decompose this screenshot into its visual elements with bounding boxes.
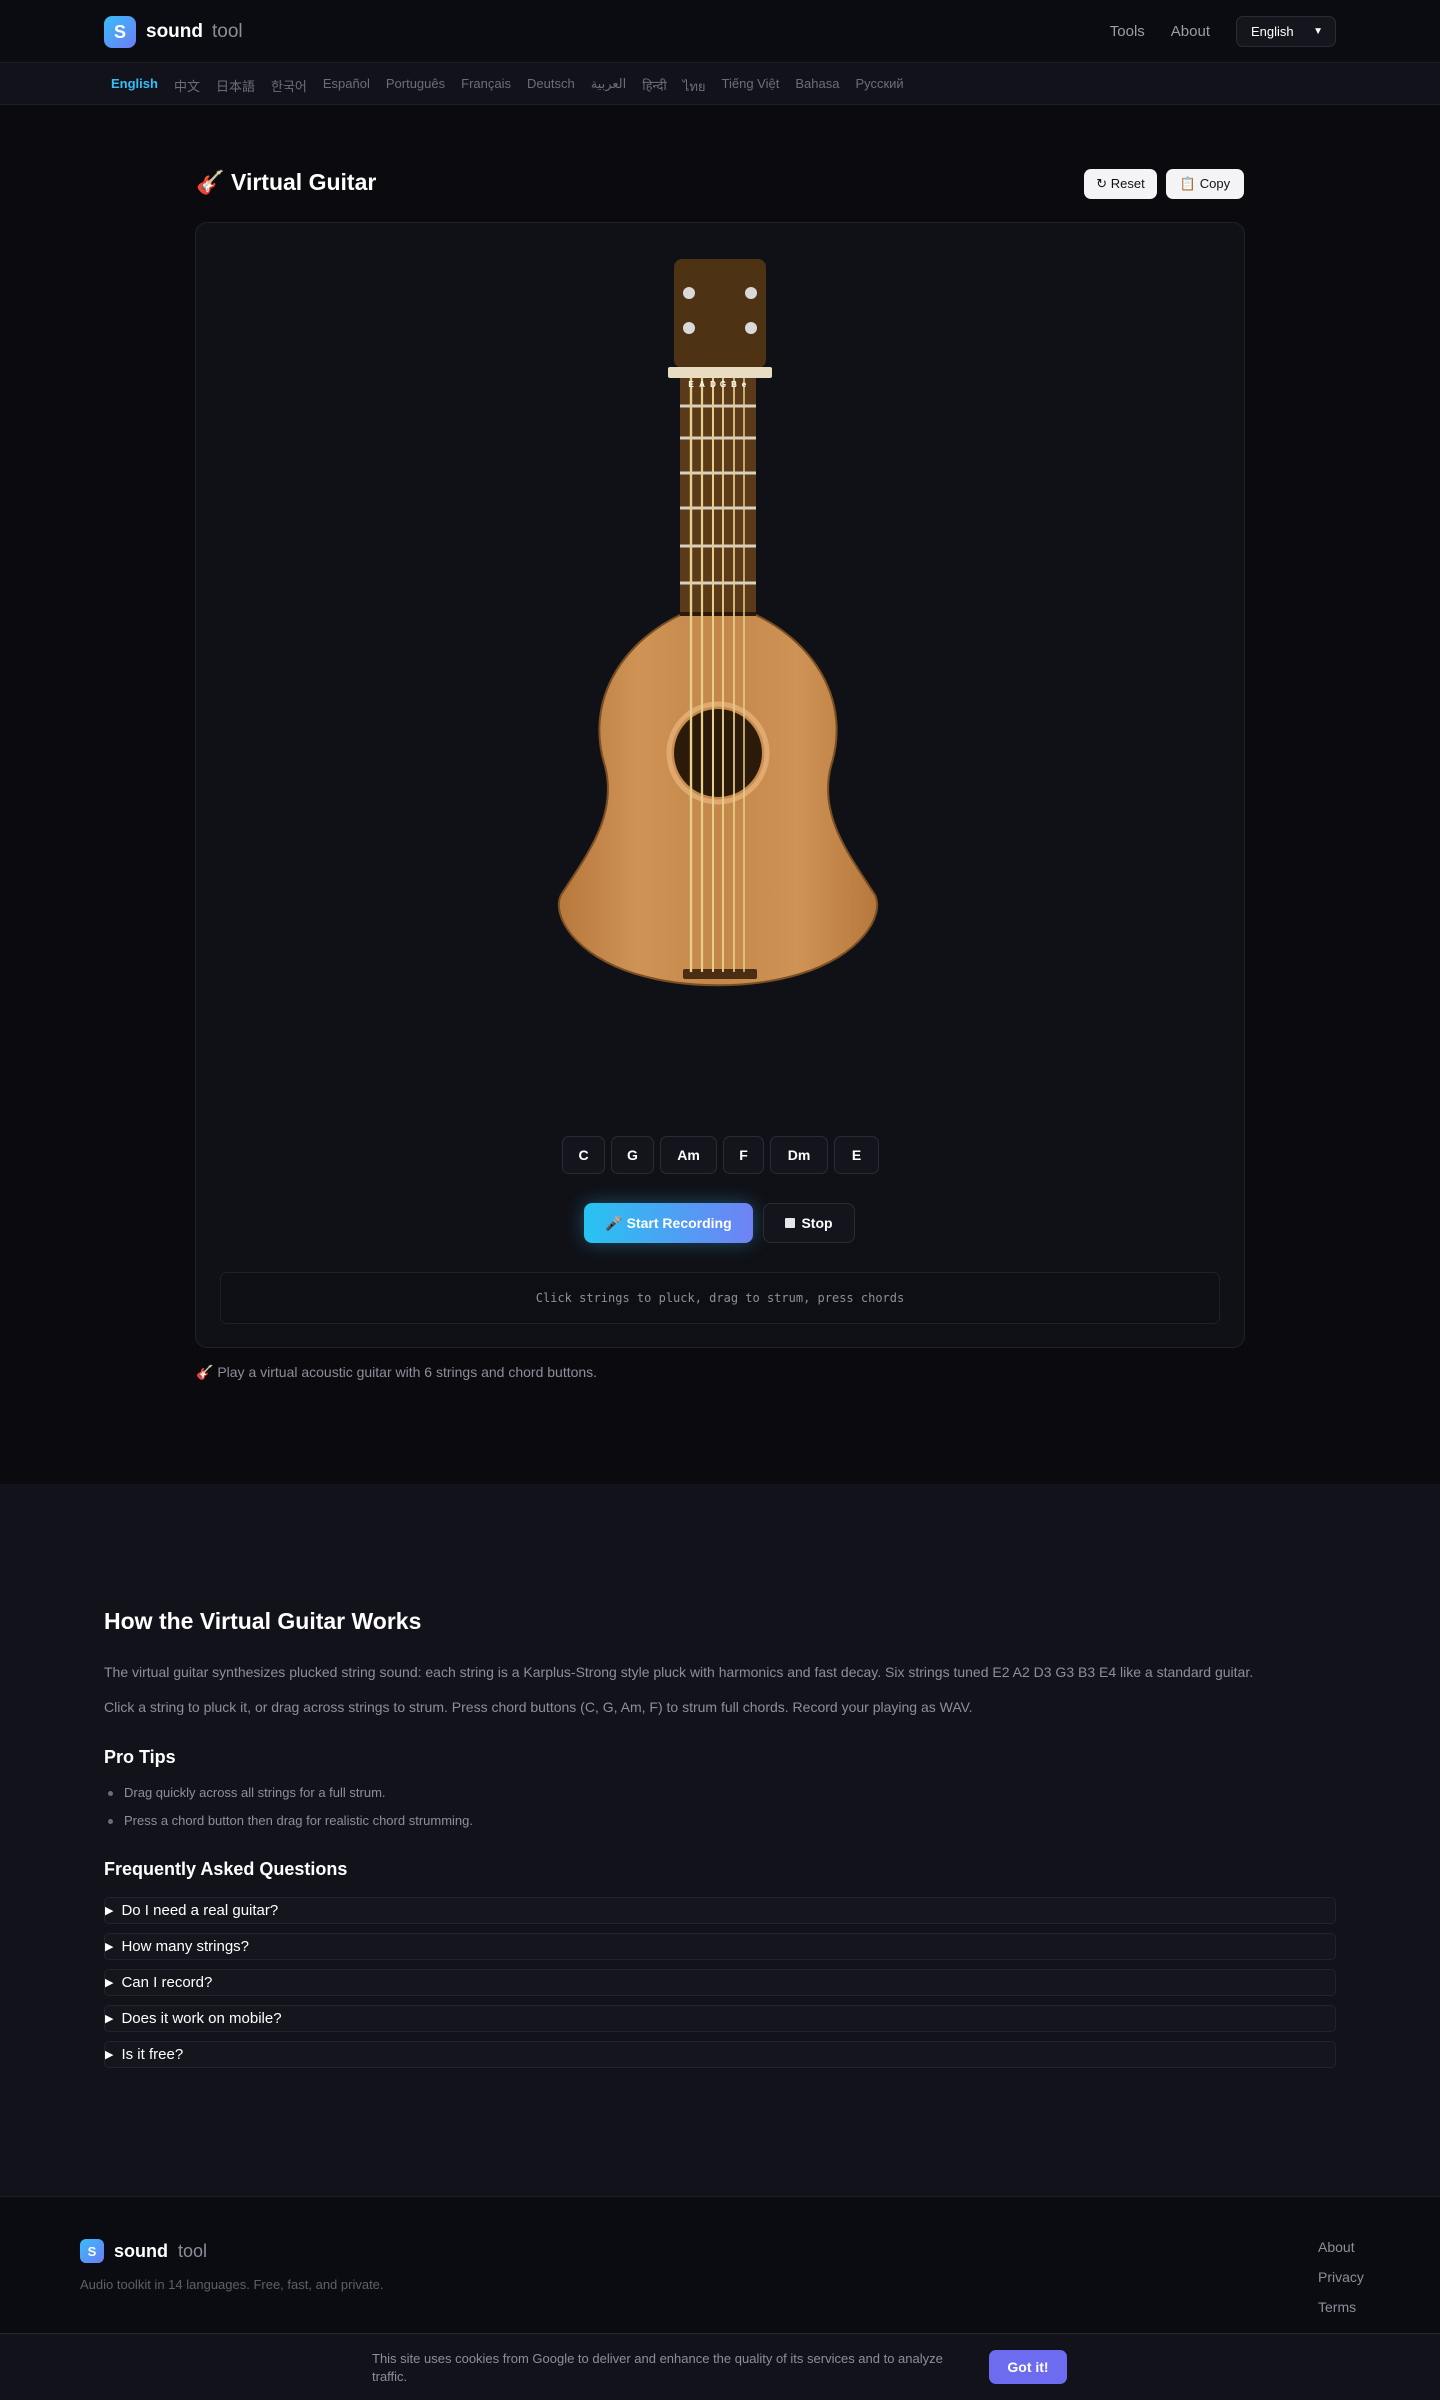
brand-name-light: tool	[212, 21, 243, 42]
guitar-nut	[668, 367, 772, 378]
language-link-spanish[interactable]: Español	[323, 76, 370, 97]
section-heading: How the Virtual Guitar Works	[104, 1608, 422, 1634]
chord-button-am[interactable]: Am	[660, 1136, 717, 1174]
language-link-chinese[interactable]: 中文	[174, 76, 200, 97]
start-recording-button[interactable]: 🎤 Start Recording	[584, 1203, 753, 1243]
info-section: How the Virtual Guitar Works The virtual…	[0, 1484, 1440, 2196]
cookie-accept-button[interactable]: Got it!	[989, 2350, 1067, 2384]
tips-list: Drag quickly across all strings for a fu…	[108, 1785, 473, 1841]
footer-brand-bold: sound	[114, 2240, 168, 2261]
footer-link-about[interactable]: About	[1318, 2239, 1364, 2269]
string-label: A	[699, 380, 705, 389]
language-link-vietnamese[interactable]: Tiếng Việt	[722, 76, 780, 97]
tip-item: Press a chord button then drag for reali…	[108, 1813, 473, 1841]
tuning-peg-icon	[745, 322, 757, 334]
language-link-portuguese[interactable]: Português	[386, 76, 445, 97]
tool-description: 🎸 Play a virtual acoustic guitar with 6 …	[196, 1364, 598, 1380]
chord-button-c[interactable]: C	[562, 1136, 605, 1174]
faq-question: Do I need a real guitar?	[121, 1902, 279, 1919]
stop-button-label: Stop	[801, 1215, 833, 1231]
guitar-headstock	[674, 259, 766, 368]
language-link-thai[interactable]: ไทย	[683, 76, 706, 97]
sound-hole	[674, 709, 762, 797]
stop-icon	[785, 1218, 796, 1228]
expand-triangle-icon: ▶	[105, 2013, 114, 2025]
nav-tools-link[interactable]: Tools	[1110, 23, 1145, 40]
logo-icon: S	[104, 16, 136, 48]
string-label: e	[742, 380, 747, 389]
language-link-english[interactable]: English	[111, 76, 158, 97]
string-label: E	[688, 380, 694, 389]
faq-item[interactable]: ▶ Does it work on mobile?	[104, 2005, 1336, 2032]
guitar-bridge	[683, 969, 757, 979]
chord-button-f[interactable]: F	[723, 1136, 764, 1174]
footer-link-terms[interactable]: Terms	[1318, 2299, 1364, 2329]
brand-name-bold: sound	[146, 21, 203, 42]
footer-logo[interactable]: S sound tool	[80, 2239, 207, 2263]
faq-heading: Frequently Asked Questions	[104, 1859, 348, 1879]
tuning-peg-icon	[683, 322, 695, 334]
chord-button-dm[interactable]: Dm	[770, 1136, 828, 1174]
language-bar: English 中文 日本語 한국어 Español Português Fra…	[0, 63, 1440, 105]
language-link-german[interactable]: Deutsch	[527, 76, 575, 97]
tip-item: Drag quickly across all strings for a fu…	[108, 1785, 473, 1813]
site-logo[interactable]: S sound tool	[104, 16, 243, 48]
tuning-peg-icon	[683, 287, 695, 299]
tool-title: 🎸 Virtual Guitar	[196, 169, 377, 195]
faq-item[interactable]: ▶ Is it free?	[104, 2041, 1336, 2068]
tuning-peg-icon	[745, 287, 757, 299]
copy-button[interactable]: 📋 Copy	[1166, 169, 1244, 199]
string-label: G	[720, 380, 726, 389]
language-link-russian[interactable]: Русский	[855, 76, 903, 97]
language-list: English 中文 日本語 한국어 Español Português Fra…	[111, 76, 920, 97]
language-link-korean[interactable]: 한국어	[271, 76, 307, 97]
language-link-japanese[interactable]: 日本語	[216, 76, 255, 97]
language-link-french[interactable]: Français	[461, 76, 511, 97]
footer-brand-light: tool	[178, 2240, 208, 2261]
chord-buttons: C G Am F Dm E	[562, 1136, 885, 1174]
expand-triangle-icon: ▶	[105, 1977, 114, 1989]
string-label: D	[710, 380, 716, 389]
language-select-value: English	[1251, 24, 1294, 39]
expand-triangle-icon: ▶	[105, 2049, 114, 2061]
main-nav: Tools About English ▼	[1110, 16, 1336, 47]
reset-button[interactable]: ↻ Reset	[1084, 169, 1157, 199]
cookie-banner: This site uses cookies from Google to de…	[0, 2333, 1440, 2400]
language-link-arabic[interactable]: العربية	[591, 76, 627, 97]
guitar-canvas[interactable]: EADGBe	[556, 256, 880, 1038]
usage-paragraph: Click a string to pluck it, or drag acro…	[104, 1699, 973, 1715]
chevron-down-icon: ▼	[1313, 26, 1323, 37]
faq-question: Does it work on mobile?	[121, 2010, 282, 2027]
language-select[interactable]: English ▼	[1236, 16, 1336, 47]
expand-triangle-icon: ▶	[105, 1941, 114, 1953]
footer-link-privacy[interactable]: Privacy	[1318, 2269, 1364, 2299]
faq-item[interactable]: ▶ Do I need a real guitar?	[104, 1897, 1336, 1924]
faq-question: How many strings?	[121, 1938, 250, 1955]
logo-icon: S	[80, 2239, 104, 2263]
status-message: Click strings to pluck, drag to strum, p…	[220, 1272, 1220, 1324]
cookie-text: This site uses cookies from Google to de…	[372, 2351, 943, 2384]
expand-triangle-icon: ▶	[105, 1905, 114, 1917]
faq-question: Is it free?	[121, 2046, 184, 2063]
footer-tagline: Audio toolkit in 14 languages. Free, fas…	[80, 2277, 384, 2292]
stop-button[interactable]: Stop	[763, 1203, 855, 1243]
language-link-hindi[interactable]: हिन्दी	[642, 76, 667, 97]
faq-item[interactable]: ▶ How many strings?	[104, 1933, 1336, 1960]
chord-button-g[interactable]: G	[611, 1136, 654, 1174]
footer-links: About Privacy Terms	[1318, 2239, 1364, 2329]
faq-question: Can I record?	[121, 1974, 213, 1991]
intro-paragraph: The virtual guitar synthesizes plucked s…	[104, 1664, 1254, 1680]
language-link-bahasa[interactable]: Bahasa	[795, 76, 839, 97]
string-label: B	[731, 380, 737, 389]
faq-item[interactable]: ▶ Can I record?	[104, 1969, 1336, 1996]
nav-about-link[interactable]: About	[1171, 23, 1210, 40]
chord-button-e[interactable]: E	[834, 1136, 879, 1174]
top-navbar: S sound tool Tools About English ▼	[0, 0, 1440, 63]
tips-heading: Pro Tips	[104, 1747, 176, 1767]
